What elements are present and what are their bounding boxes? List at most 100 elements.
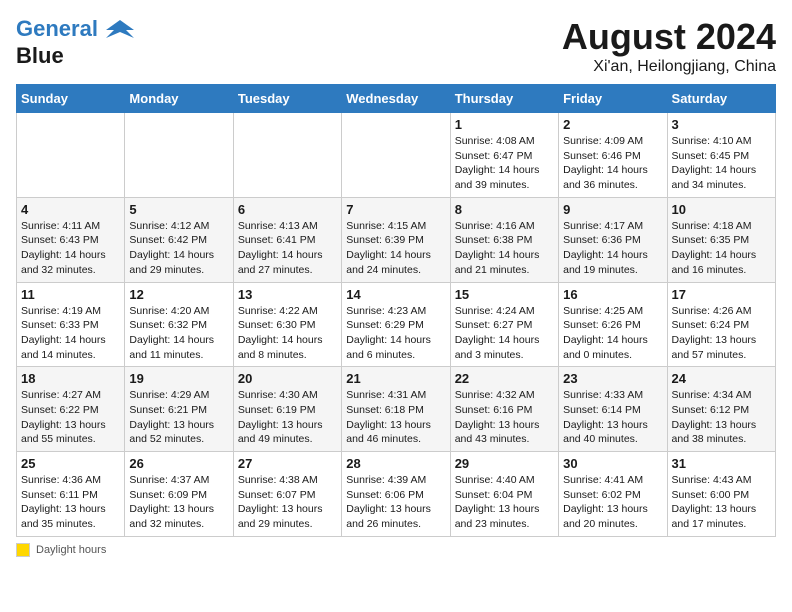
day-number: 31: [672, 456, 771, 471]
calendar-week-row: 25Sunrise: 4:36 AM Sunset: 6:11 PM Dayli…: [17, 452, 776, 537]
calendar-cell: [125, 113, 233, 198]
day-info: Sunrise: 4:39 AM Sunset: 6:06 PM Dayligh…: [346, 473, 445, 532]
day-info: Sunrise: 4:09 AM Sunset: 6:46 PM Dayligh…: [563, 134, 662, 193]
day-number: 18: [21, 371, 120, 386]
day-info: Sunrise: 4:31 AM Sunset: 6:18 PM Dayligh…: [346, 388, 445, 447]
calendar-cell: 30 Sunrise: 4:41 AM Sunset: 6:02 PM Dayli…: [559, 452, 667, 537]
day-info: Sunrise: 4:30 AM Sunset: 6:19 PM Dayligh…: [238, 388, 337, 447]
day-number: 29: [455, 456, 554, 471]
calendar-cell: 22Sunrise: 4:32 AM Sunset: 6:16 PM Dayli…: [450, 367, 558, 452]
legend-color-box: [16, 543, 30, 557]
calendar-cell: 12Sunrise: 4:20 AM Sunset: 6:32 PM Dayli…: [125, 282, 233, 367]
day-number: 4: [21, 202, 120, 217]
day-number: 10: [672, 202, 771, 217]
calendar-cell: 24Sunrise: 4:34 AM Sunset: 6:12 PM Dayli…: [667, 367, 775, 452]
calendar-cell: 28Sunrise: 4:39 AM Sunset: 6:06 PM Dayli…: [342, 452, 450, 537]
calendar-day-header: Sunday: [17, 85, 125, 113]
calendar-cell: 15 Sunrise: 4:24 AM Sunset: 6:27 PM Dayli…: [450, 282, 558, 367]
day-info: Sunrise: 4:23 AM Sunset: 6:29 PM Dayligh…: [346, 304, 445, 363]
day-info: Sunrise: 4:16 AM Sunset: 6:38 PM Dayligh…: [455, 219, 554, 278]
day-number: 6: [238, 202, 337, 217]
day-info: Sunrise: 4:24 AM Sunset: 6:27 PM Dayligh…: [455, 304, 554, 363]
legend-label: Daylight hours: [36, 544, 106, 556]
calendar-day-header: Thursday: [450, 85, 558, 113]
calendar-cell: 9 Sunrise: 4:17 AM Sunset: 6:36 PM Daylig…: [559, 197, 667, 282]
calendar-cell: 17 Sunrise: 4:26 AM Sunset: 6:24 PM Dayli…: [667, 282, 775, 367]
day-number: 2: [563, 117, 662, 132]
calendar-cell: 20 Sunrise: 4:30 AM Sunset: 6:19 PM Dayli…: [233, 367, 341, 452]
day-info: Sunrise: 4:38 AM Sunset: 6:07 PM Dayligh…: [238, 473, 337, 532]
day-number: 27: [238, 456, 337, 471]
day-info: Sunrise: 4:43 AM Sunset: 6:00 PM Dayligh…: [672, 473, 771, 532]
calendar-cell: 13 Sunrise: 4:22 AM Sunset: 6:30 PM Dayli…: [233, 282, 341, 367]
calendar-day-header: Friday: [559, 85, 667, 113]
day-info: Sunrise: 4:25 AM Sunset: 6:26 PM Dayligh…: [563, 304, 662, 363]
day-number: 16: [563, 287, 662, 302]
day-info: Sunrise: 4:18 AM Sunset: 6:35 PM Dayligh…: [672, 219, 771, 278]
calendar-week-row: 4 Sunrise: 4:11 AM Sunset: 6:43 PM Daylig…: [17, 197, 776, 282]
day-number: 24: [672, 371, 771, 386]
day-number: 12: [129, 287, 228, 302]
day-number: 25: [21, 456, 120, 471]
calendar-cell: 26 Sunrise: 4:37 AM Sunset: 6:09 PM Dayli…: [125, 452, 233, 537]
calendar-cell: 8 Sunrise: 4:16 AM Sunset: 6:38 PM Daylig…: [450, 197, 558, 282]
calendar-cell: 7Sunrise: 4:15 AM Sunset: 6:39 PM Daylig…: [342, 197, 450, 282]
month-year-title: August 2024: [562, 16, 776, 58]
calendar-cell: 6 Sunrise: 4:13 AM Sunset: 6:41 PM Daylig…: [233, 197, 341, 282]
calendar-table: SundayMondayTuesdayWednesdayThursdayFrid…: [16, 84, 776, 537]
calendar-cell: [233, 113, 341, 198]
day-info: Sunrise: 4:19 AM Sunset: 6:33 PM Dayligh…: [21, 304, 120, 363]
calendar-day-header: Tuesday: [233, 85, 341, 113]
day-info: Sunrise: 4:10 AM Sunset: 6:45 PM Dayligh…: [672, 134, 771, 193]
day-number: 30: [563, 456, 662, 471]
location-subtitle: Xi'an, Heilongjiang, China: [562, 58, 776, 76]
day-number: 9: [563, 202, 662, 217]
calendar-cell: 31 Sunrise: 4:43 AM Sunset: 6:00 PM Dayli…: [667, 452, 775, 537]
calendar-cell: 27 Sunrise: 4:38 AM Sunset: 6:07 PM Dayli…: [233, 452, 341, 537]
calendar-day-header: Saturday: [667, 85, 775, 113]
logo-blue: Blue: [16, 44, 134, 68]
day-number: 19: [129, 371, 228, 386]
day-info: Sunrise: 4:29 AM Sunset: 6:21 PM Dayligh…: [129, 388, 228, 447]
day-info: Sunrise: 4:41 AM Sunset: 6:02 PM Dayligh…: [563, 473, 662, 532]
day-number: 13: [238, 287, 337, 302]
calendar-cell: 25Sunrise: 4:36 AM Sunset: 6:11 PM Dayli…: [17, 452, 125, 537]
day-info: Sunrise: 4:08 AM Sunset: 6:47 PM Dayligh…: [455, 134, 554, 193]
calendar-day-header: Wednesday: [342, 85, 450, 113]
day-info: Sunrise: 4:12 AM Sunset: 6:42 PM Dayligh…: [129, 219, 228, 278]
day-info: Sunrise: 4:15 AM Sunset: 6:39 PM Dayligh…: [346, 219, 445, 278]
day-info: Sunrise: 4:22 AM Sunset: 6:30 PM Dayligh…: [238, 304, 337, 363]
day-number: 14: [346, 287, 445, 302]
calendar-cell: 29 Sunrise: 4:40 AM Sunset: 6:04 PM Dayli…: [450, 452, 558, 537]
calendar-week-row: 11Sunrise: 4:19 AM Sunset: 6:33 PM Dayli…: [17, 282, 776, 367]
title-block: August 2024 Xi'an, Heilongjiang, China: [562, 16, 776, 76]
day-number: 26: [129, 456, 228, 471]
calendar-cell: [17, 113, 125, 198]
day-number: 20: [238, 371, 337, 386]
day-info: Sunrise: 4:11 AM Sunset: 6:43 PM Dayligh…: [21, 219, 120, 278]
day-info: Sunrise: 4:37 AM Sunset: 6:09 PM Dayligh…: [129, 473, 228, 532]
day-number: 17: [672, 287, 771, 302]
day-number: 5: [129, 202, 228, 217]
calendar-week-row: 1 Sunrise: 4:08 AM Sunset: 6:47 PM Daylig…: [17, 113, 776, 198]
day-number: 8: [455, 202, 554, 217]
calendar-cell: 1 Sunrise: 4:08 AM Sunset: 6:47 PM Daylig…: [450, 113, 558, 198]
calendar-cell: 23Sunrise: 4:33 AM Sunset: 6:14 PM Dayli…: [559, 367, 667, 452]
day-info: Sunrise: 4:26 AM Sunset: 6:24 PM Dayligh…: [672, 304, 771, 363]
day-info: Sunrise: 4:13 AM Sunset: 6:41 PM Dayligh…: [238, 219, 337, 278]
day-info: Sunrise: 4:33 AM Sunset: 6:14 PM Dayligh…: [563, 388, 662, 447]
day-info: Sunrise: 4:17 AM Sunset: 6:36 PM Dayligh…: [563, 219, 662, 278]
calendar-cell: 4 Sunrise: 4:11 AM Sunset: 6:43 PM Daylig…: [17, 197, 125, 282]
calendar-cell: 10 Sunrise: 4:18 AM Sunset: 6:35 PM Dayli…: [667, 197, 775, 282]
day-info: Sunrise: 4:27 AM Sunset: 6:22 PM Dayligh…: [21, 388, 120, 447]
day-number: 15: [455, 287, 554, 302]
calendar-cell: 2 Sunrise: 4:09 AM Sunset: 6:46 PM Daylig…: [559, 113, 667, 198]
calendar-week-row: 18 Sunrise: 4:27 AM Sunset: 6:22 PM Dayli…: [17, 367, 776, 452]
logo-general: General: [16, 16, 98, 41]
logo: General Blue: [16, 16, 134, 68]
calendar-cell: 3Sunrise: 4:10 AM Sunset: 6:45 PM Daylig…: [667, 113, 775, 198]
day-info: Sunrise: 4:40 AM Sunset: 6:04 PM Dayligh…: [455, 473, 554, 532]
calendar-cell: 5 Sunrise: 4:12 AM Sunset: 6:42 PM Daylig…: [125, 197, 233, 282]
day-number: 1: [455, 117, 554, 132]
calendar-header-row: SundayMondayTuesdayWednesdayThursdayFrid…: [17, 85, 776, 113]
